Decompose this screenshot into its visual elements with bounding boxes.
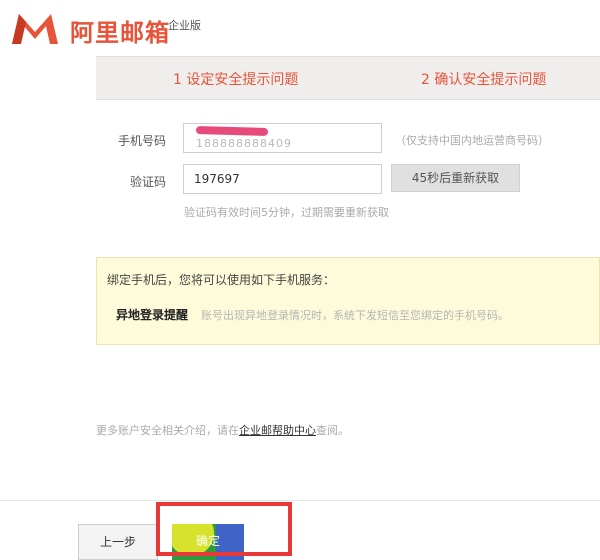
mail-m-logo-icon (12, 14, 58, 44)
code-validity-note: 验证码有效时间5分钟，过期需要重新获取 (184, 206, 389, 219)
divider (0, 500, 600, 501)
help-note-suffix: 查阅。 (316, 424, 349, 437)
resend-code-button[interactable]: 45秒后重新获取 (391, 164, 520, 192)
brand-subtitle: 企业版 (168, 19, 201, 32)
help-center-link[interactable]: 企业邮帮助中心 (239, 424, 316, 437)
code-input[interactable]: 197697 (183, 164, 382, 194)
phone-label: 手机号码 (117, 134, 166, 148)
help-note: 更多账户安全相关介绍，请在企业邮帮助中心查阅。 (96, 422, 349, 438)
service-name: 异地登录提醒 (116, 308, 189, 322)
step-1: 1 设定安全提示问题 (173, 72, 299, 88)
phone-value: 188888888409 (196, 137, 292, 150)
info-title: 绑定手机后，您将可以使用如下手机服务： (107, 273, 336, 287)
step-2: 2 确认安全提示问题 (421, 72, 547, 88)
brand-title: 阿里邮箱 (70, 19, 170, 47)
previous-step-button[interactable]: 上一步 (78, 524, 158, 560)
annotation-highlight-box (156, 502, 292, 556)
code-label: 验证码 (129, 175, 166, 189)
service-description: 账号出现异地登录情况时，系统下发短信至您绑定的手机号码。 (201, 309, 509, 322)
steps-bar: 1 设定安全提示问题 2 确认安全提示问题 (96, 56, 600, 100)
help-note-prefix: 更多账户安全相关介绍，请在 (96, 424, 239, 437)
phone-hint: （仅支持中国内地运营商号码） (395, 134, 549, 147)
